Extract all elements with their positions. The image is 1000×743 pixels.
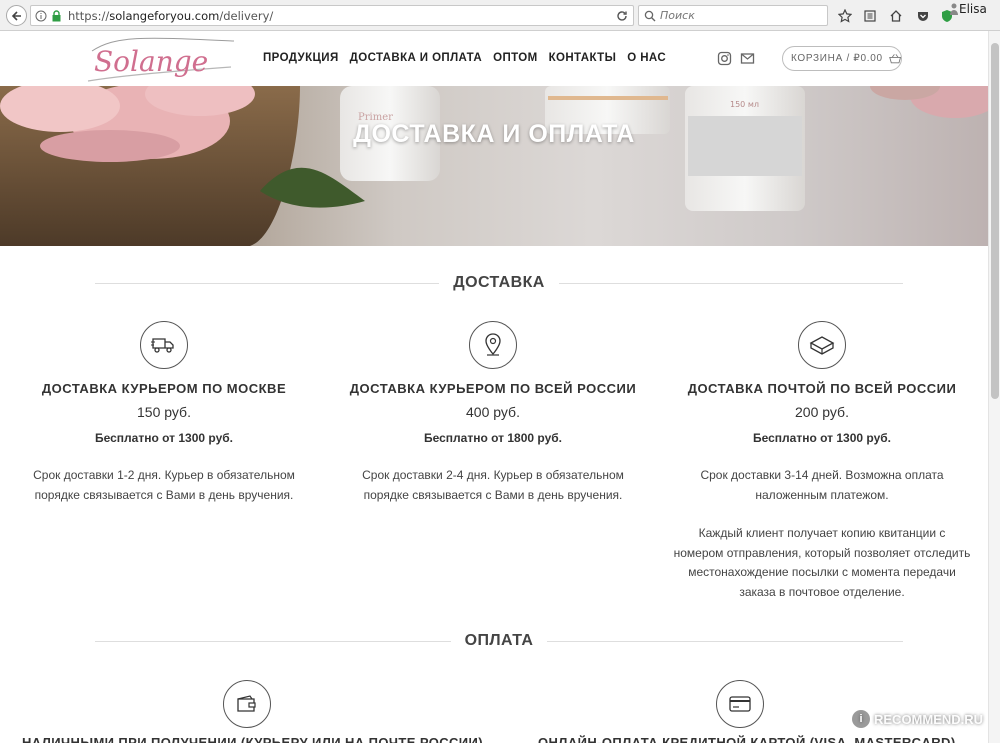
site-logo[interactable]: Solange bbox=[86, 31, 236, 86]
option-free-threshold: Бесплатно от 1300 руб. bbox=[94, 431, 233, 445]
option-price: 400 руб. bbox=[466, 404, 520, 420]
browser-toolbar: https://solangeforyou.com/delivery/ Elis… bbox=[0, 0, 1000, 31]
nav-products[interactable]: ПРОДУКЦИЯ bbox=[263, 52, 339, 64]
search-input[interactable] bbox=[660, 9, 810, 22]
reading-list-icon[interactable] bbox=[861, 7, 878, 24]
option-description: Срок доставки 3-14 дней. Возможна оплата… bbox=[700, 468, 944, 502]
hero-background-image: Primer 150 мл bbox=[0, 86, 988, 246]
back-button[interactable] bbox=[6, 5, 27, 26]
instagram-icon[interactable] bbox=[717, 51, 732, 66]
hero-banner: Primer 150 мл ДОСТАВКА И ОПЛАТА bbox=[0, 86, 988, 246]
option-title: ДОСТАВКА ПОЧТОЙ ПО ВСЕЙ РОССИИ bbox=[687, 381, 957, 396]
page-title: ДОСТАВКА И ОПЛАТА bbox=[353, 120, 635, 148]
option-extra-description: Каждый клиент получает копию квитанции с… bbox=[673, 526, 971, 599]
option-title: ДОСТАВКА КУРЬЕРОМ ПО МОСКВЕ bbox=[41, 381, 287, 396]
delivery-option-russia-post: ДОСТАВКА ПОЧТОЙ ПО ВСЕЙ РОССИИ 200 руб. … bbox=[657, 321, 987, 602]
nav-about[interactable]: О НАС bbox=[627, 52, 666, 64]
cart-label: КОРЗИНА / ₽0.00 bbox=[791, 53, 883, 64]
credit-card-icon bbox=[716, 680, 764, 728]
cart-button[interactable]: КОРЗИНА / ₽0.00 bbox=[782, 46, 902, 71]
shopping-basket-icon bbox=[888, 53, 901, 63]
option-free-threshold: Бесплатно от 1800 руб. bbox=[423, 431, 562, 445]
nav-wholesale[interactable]: ОПТОМ bbox=[493, 52, 537, 64]
option-price: 150 руб. bbox=[137, 404, 191, 420]
pocket-icon[interactable] bbox=[914, 7, 931, 24]
delivery-option-russia-courier: ДОСТАВКА КУРЬЕРОМ ПО ВСЕЙ РОССИИ 400 руб… bbox=[328, 321, 658, 505]
delivery-truck-icon bbox=[140, 321, 188, 369]
delivery-heading: ДОСТАВКА bbox=[95, 273, 903, 293]
lock-icon[interactable] bbox=[51, 9, 62, 22]
email-icon[interactable] bbox=[740, 51, 755, 66]
avatar-icon bbox=[950, 3, 958, 15]
arrow-left-icon bbox=[11, 10, 21, 21]
scrollbar-thumb[interactable] bbox=[991, 43, 999, 399]
watermark-logo-icon: i bbox=[852, 710, 870, 728]
home-icon[interactable] bbox=[887, 7, 904, 24]
option-description: Срок доставки 1-2 дня. Курьер в обязател… bbox=[33, 468, 295, 502]
main-navigation: ПРОДУКЦИЯ ДОСТАВКА И ОПЛАТА ОПТОМ КОНТАК… bbox=[263, 52, 666, 64]
reload-icon[interactable] bbox=[615, 9, 629, 28]
page-scrollbar[interactable] bbox=[988, 31, 1000, 743]
payment-option-cash bbox=[82, 680, 412, 728]
option-title: ДОСТАВКА КУРЬЕРОМ ПО ВСЕЙ РОССИИ bbox=[349, 381, 637, 396]
nav-delivery-payment[interactable]: ДОСТАВКА И ОПЛАТА bbox=[350, 52, 482, 64]
option-free-threshold: Бесплатно от 1300 руб. bbox=[752, 431, 891, 445]
option-description: Срок доставки 2-4 дня. Курьер в обязател… bbox=[362, 468, 624, 502]
address-bar[interactable]: https://solangeforyou.com/delivery/ bbox=[30, 5, 634, 26]
search-box[interactable] bbox=[638, 5, 828, 26]
search-icon bbox=[644, 10, 656, 22]
logo-text: Solange bbox=[94, 45, 208, 78]
map-pin-icon bbox=[469, 321, 517, 369]
url-text[interactable]: https://solangeforyou.com/delivery/ bbox=[68, 9, 273, 23]
delivery-option-moscow: ДОСТАВКА КУРЬЕРОМ ПО МОСКВЕ 150 руб. Бес… bbox=[0, 321, 329, 505]
parcel-box-icon bbox=[798, 321, 846, 369]
profile-menu[interactable]: Elisa bbox=[950, 2, 987, 16]
payment-option-card-title: ОНЛАЙН-ОПЛАТА КРЕДИТНОЙ КАРТОЙ (VISA, MA… bbox=[538, 735, 956, 743]
info-icon[interactable] bbox=[35, 10, 47, 22]
payment-heading: ОПЛАТА bbox=[95, 631, 903, 651]
watermark: i RECOMMEND.RU bbox=[852, 710, 983, 728]
nav-contacts[interactable]: КОНТАКТЫ bbox=[549, 52, 617, 64]
profile-name: Elisa bbox=[959, 2, 987, 16]
bookmark-star-icon[interactable] bbox=[836, 7, 853, 24]
wallet-icon bbox=[223, 680, 271, 728]
watermark-text: RECOMMEND.RU bbox=[874, 711, 984, 727]
option-price: 200 руб. bbox=[795, 404, 849, 420]
payment-option-cash-title: НАЛИЧНЫМИ ПРИ ПОЛУЧЕНИИ (КУРЬЕРУ ИЛИ НА … bbox=[22, 735, 484, 743]
site-header: Solange ПРОДУКЦИЯ ДОСТАВКА И ОПЛАТА ОПТО… bbox=[0, 31, 988, 86]
bottle-label-volume: 150 мл bbox=[730, 100, 759, 109]
